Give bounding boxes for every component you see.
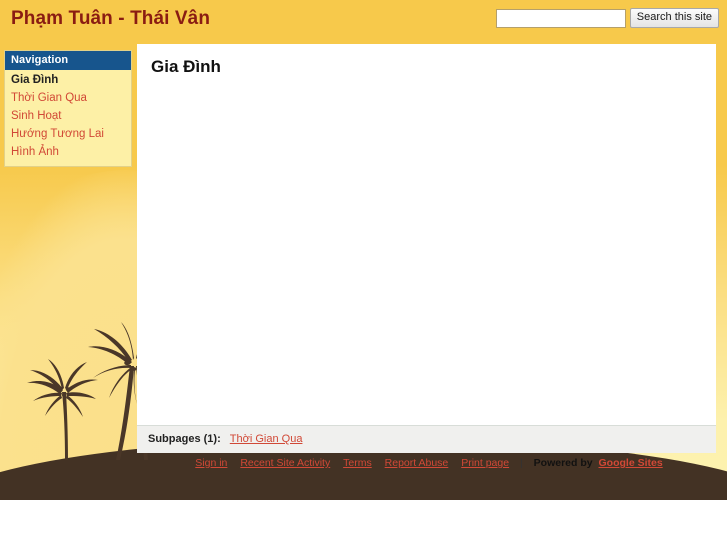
footer-link-print-page[interactable]: Print page <box>461 457 509 469</box>
page-body <box>151 90 702 413</box>
subpages-label: Subpages (1): <box>148 433 221 445</box>
site-footer: Sign in Recent Site Activity Terms Repor… <box>137 457 716 469</box>
site-title: Phạm Tuân - Thái Vân <box>11 8 211 29</box>
footer-link-sign-in[interactable]: Sign in <box>195 457 227 469</box>
search-area: Search this site <box>495 8 719 28</box>
sidebar-item-hinh-anh[interactable]: Hình Ảnh <box>5 144 131 162</box>
site-header: Phạm Tuân - Thái Vân Search this site <box>0 0 727 44</box>
footer-link-recent-site-activity[interactable]: Recent Site Activity <box>240 457 330 469</box>
search-button[interactable]: Search this site <box>629 8 719 28</box>
subpage-link-thoi-gian-qua[interactable]: Thời Gian Qua <box>230 433 303 445</box>
footer-link-report-abuse[interactable]: Report Abuse <box>385 457 449 469</box>
page-title: Gia Đình <box>151 57 221 76</box>
footer-powered-by-label: Powered by <box>533 457 593 469</box>
sidebar-item-sinh-hoat[interactable]: Sinh Hoạt <box>5 108 131 126</box>
navigation-header: Navigation <box>5 51 131 70</box>
bottom-white-strip <box>0 500 727 545</box>
sidebar-item-thoi-gian-qua[interactable]: Thời Gian Qua <box>5 90 131 108</box>
footer-link-terms[interactable]: Terms <box>343 457 372 469</box>
navigation-list: Gia Đình Thời Gian Qua Sinh Hoạt Hướng T… <box>5 70 131 166</box>
subpages-bar: Subpages (1): Thời Gian Qua <box>137 425 716 453</box>
sidebar-item-huong-tuong-lai[interactable]: Hướng Tương Lai <box>5 126 131 144</box>
footer-link-google-sites[interactable]: Google Sites <box>599 457 663 469</box>
navigation-sidebar: Navigation Gia Đình Thời Gian Qua Sinh H… <box>4 50 132 167</box>
subpages-inner: Subpages (1): Thời Gian Qua <box>148 433 302 445</box>
search-input[interactable] <box>495 8 626 28</box>
sidebar-item-gia-dinh[interactable]: Gia Đình <box>5 72 131 90</box>
footer-separator: | <box>520 457 523 469</box>
content-card: Gia Đình Subpages (1): Thời Gian Qua <box>137 44 716 453</box>
